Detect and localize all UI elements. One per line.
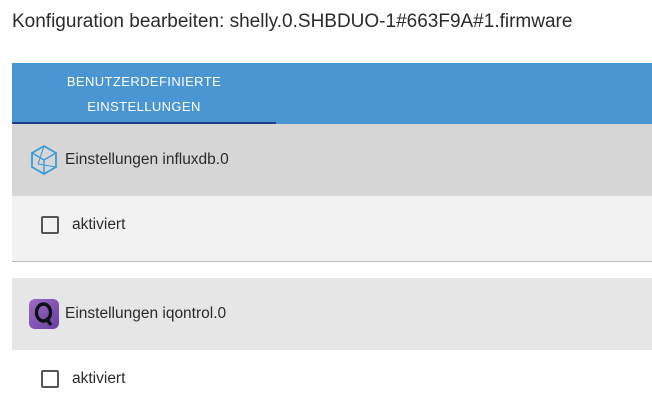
section-title: Einstellungen iqontrol.0 xyxy=(65,305,227,322)
iqontrol-icon xyxy=(28,298,60,330)
tab-label: BENUTZERDEFINIERTE EINSTELLUNGEN xyxy=(66,73,222,114)
checkbox-row-iqontrol[interactable]: aktiviert xyxy=(41,370,125,388)
section-header-iqontrol[interactable]: Einstellungen iqontrol.0 xyxy=(12,278,652,350)
enabled-checkbox[interactable] xyxy=(41,216,59,234)
checkbox-row-influxdb[interactable]: aktiviert xyxy=(41,216,125,234)
enabled-checkbox[interactable] xyxy=(41,370,59,388)
tab-bar: BENUTZERDEFINIERTE EINSTELLUNGEN xyxy=(12,63,652,124)
section-body-influxdb: aktiviert xyxy=(12,196,652,262)
section-title: Einstellungen influxdb.0 xyxy=(65,151,229,168)
section-body-iqontrol: aktiviert xyxy=(12,350,652,416)
dialog-title: Konfiguration bearbeiten: shelly.0.SHBDU… xyxy=(12,11,573,32)
tab-custom-settings[interactable]: BENUTZERDEFINIERTE EINSTELLUNGEN xyxy=(12,63,276,124)
section-header-influxdb[interactable]: Einstellungen influxdb.0 xyxy=(12,124,652,196)
checkbox-label: aktiviert xyxy=(72,216,126,233)
checkbox-label: aktiviert xyxy=(72,370,126,387)
influxdb-icon xyxy=(28,144,60,176)
